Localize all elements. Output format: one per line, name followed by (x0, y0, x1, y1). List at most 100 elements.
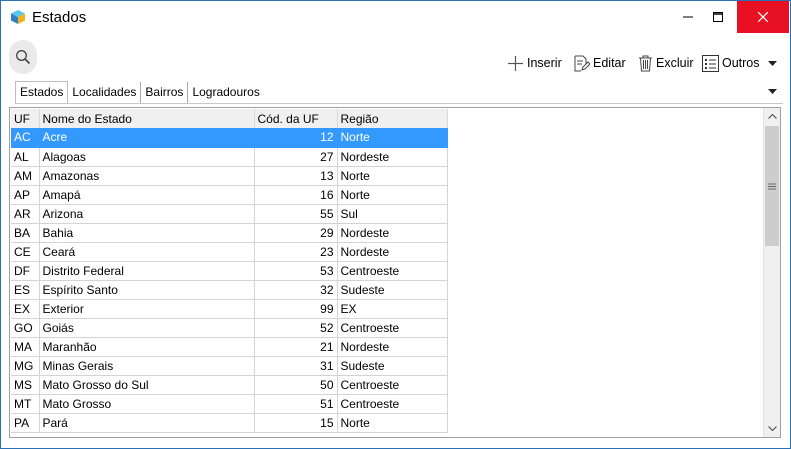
cell-regiao[interactable]: Centroeste (337, 375, 448, 395)
cell-regiao[interactable]: Centroeste (337, 394, 448, 414)
delete-button[interactable]: Excluir (638, 53, 694, 73)
cell-uf[interactable]: ES (11, 280, 40, 300)
cell-uf[interactable]: DF (11, 261, 40, 281)
cell-nome[interactable]: Arizona (39, 204, 255, 224)
tab-bairros[interactable]: Bairros (141, 82, 189, 103)
cell-nome[interactable]: Exterior (39, 299, 255, 319)
cell-regiao[interactable]: Centroeste (337, 261, 448, 281)
table-row[interactable]: EX Exterior 99 EX (11, 299, 448, 319)
cell-nome[interactable]: Distrito Federal (39, 261, 255, 281)
cell-nome[interactable]: Pará (39, 413, 255, 433)
scroll-down-button[interactable] (764, 420, 780, 437)
cell-regiao[interactable]: Sudeste (337, 356, 448, 376)
cell-nome[interactable]: Goiás (39, 318, 255, 338)
cell-nome[interactable]: Alagoas (39, 147, 255, 167)
table-row[interactable]: ES Espírito Santo 32 Sudeste (11, 280, 448, 300)
cell-regiao[interactable]: Norte (337, 413, 448, 433)
maximize-button[interactable] (695, 1, 741, 33)
cell-uf[interactable]: GO (11, 318, 40, 338)
tabs-dropdown-icon[interactable] (768, 89, 777, 94)
table-row[interactable]: CE Ceará 23 Nordeste (11, 242, 448, 262)
others-button[interactable]: Outros (702, 53, 760, 73)
column-header-nome[interactable]: Nome do Estado (39, 109, 255, 128)
cell-uf[interactable]: AL (11, 147, 40, 167)
table-row[interactable]: AM Amazonas 13 Norte (11, 166, 448, 186)
cell-cod[interactable]: 55 (254, 204, 338, 224)
scroll-thumb[interactable] (765, 126, 779, 246)
cell-uf[interactable]: MA (11, 337, 40, 357)
cell-nome[interactable]: Espírito Santo (39, 280, 255, 300)
table-row[interactable]: AP Amapá 16 Norte (11, 185, 448, 205)
cell-nome[interactable]: Acre (39, 128, 255, 148)
cell-uf[interactable]: CE (11, 242, 40, 262)
tab-estados[interactable]: Estados (15, 81, 69, 103)
table-row[interactable]: PA Pará 15 Norte (11, 413, 448, 433)
cell-cod[interactable]: 51 (254, 394, 338, 414)
cell-nome[interactable]: Maranhão (39, 337, 255, 357)
cell-cod[interactable]: 13 (254, 166, 338, 186)
tab-localidades[interactable]: Localidades (68, 82, 142, 103)
tab-logradouros[interactable]: Logradouros (188, 82, 263, 103)
cell-uf[interactable]: BA (11, 223, 40, 243)
edit-button[interactable]: Editar (573, 53, 626, 73)
vertical-scrollbar[interactable] (763, 108, 780, 437)
cell-uf[interactable]: AC (11, 128, 40, 148)
table-row[interactable]: MG Minas Gerais 31 Sudeste (11, 356, 448, 376)
cell-cod[interactable]: 21 (254, 337, 338, 357)
cell-nome[interactable]: Mato Grosso (39, 394, 255, 414)
close-button[interactable] (737, 1, 789, 33)
cell-regiao[interactable]: Nordeste (337, 337, 448, 357)
cell-regiao[interactable]: Norte (337, 185, 448, 205)
cell-nome[interactable]: Mato Grosso do Sul (39, 375, 255, 395)
cell-uf[interactable]: AP (11, 185, 40, 205)
cell-nome[interactable]: Bahia (39, 223, 255, 243)
table-row[interactable]: MS Mato Grosso do Sul 50 Centroeste (11, 375, 448, 395)
cell-cod[interactable]: 12 (254, 128, 338, 148)
cell-regiao[interactable]: Norte (337, 166, 448, 186)
table-row[interactable]: DF Distrito Federal 53 Centroeste (11, 261, 448, 281)
insert-button[interactable]: Inserir (507, 53, 562, 73)
others-dropdown-icon[interactable] (768, 61, 777, 66)
cell-nome[interactable]: Minas Gerais (39, 356, 255, 376)
cell-uf[interactable]: AM (11, 166, 40, 186)
cell-cod[interactable]: 52 (254, 318, 338, 338)
cell-cod[interactable]: 27 (254, 147, 338, 167)
cell-cod[interactable]: 53 (254, 261, 338, 281)
table-row[interactable]: AL Alagoas 27 Nordeste (11, 147, 448, 167)
cell-regiao[interactable]: Nordeste (337, 147, 448, 167)
column-header-cod[interactable]: Cód. da UF (254, 109, 338, 128)
cell-cod[interactable]: 29 (254, 223, 338, 243)
table-row[interactable]: MT Mato Grosso 51 Centroeste (11, 394, 448, 414)
table-row[interactable]: AR Arizona 55 Sul (11, 204, 448, 224)
cell-uf[interactable]: MT (11, 394, 40, 414)
table-row[interactable]: BA Bahia 29 Nordeste (11, 223, 448, 243)
column-header-uf[interactable]: UF (11, 109, 40, 128)
cell-cod[interactable]: 31 (254, 356, 338, 376)
scroll-up-button[interactable] (764, 108, 780, 125)
cell-cod[interactable]: 23 (254, 242, 338, 262)
cell-uf[interactable]: AR (11, 204, 40, 224)
cell-cod[interactable]: 50 (254, 375, 338, 395)
cell-regiao[interactable]: Sul (337, 204, 448, 224)
column-header-regiao[interactable]: Região (337, 109, 448, 128)
cell-uf[interactable]: EX (11, 299, 40, 319)
cell-regiao[interactable]: Sudeste (337, 280, 448, 300)
cell-uf[interactable]: MS (11, 375, 40, 395)
cell-regiao[interactable]: EX (337, 299, 448, 319)
cell-nome[interactable]: Amapá (39, 185, 255, 205)
cell-nome[interactable]: Ceará (39, 242, 255, 262)
table-row[interactable]: MA Maranhão 21 Nordeste (11, 337, 448, 357)
cell-nome[interactable]: Amazonas (39, 166, 255, 186)
cell-regiao[interactable]: Nordeste (337, 242, 448, 262)
search-button[interactable] (9, 40, 37, 74)
cell-cod[interactable]: 99 (254, 299, 338, 319)
cell-regiao[interactable]: Centroeste (337, 318, 448, 338)
cell-uf[interactable]: PA (11, 413, 40, 433)
cell-cod[interactable]: 32 (254, 280, 338, 300)
table-row[interactable]: AC Acre 12 Norte (11, 128, 448, 148)
cell-regiao[interactable]: Nordeste (337, 223, 448, 243)
cell-regiao[interactable]: Norte (337, 128, 448, 148)
cell-uf[interactable]: MG (11, 356, 40, 376)
cell-cod[interactable]: 16 (254, 185, 338, 205)
cell-cod[interactable]: 15 (254, 413, 338, 433)
